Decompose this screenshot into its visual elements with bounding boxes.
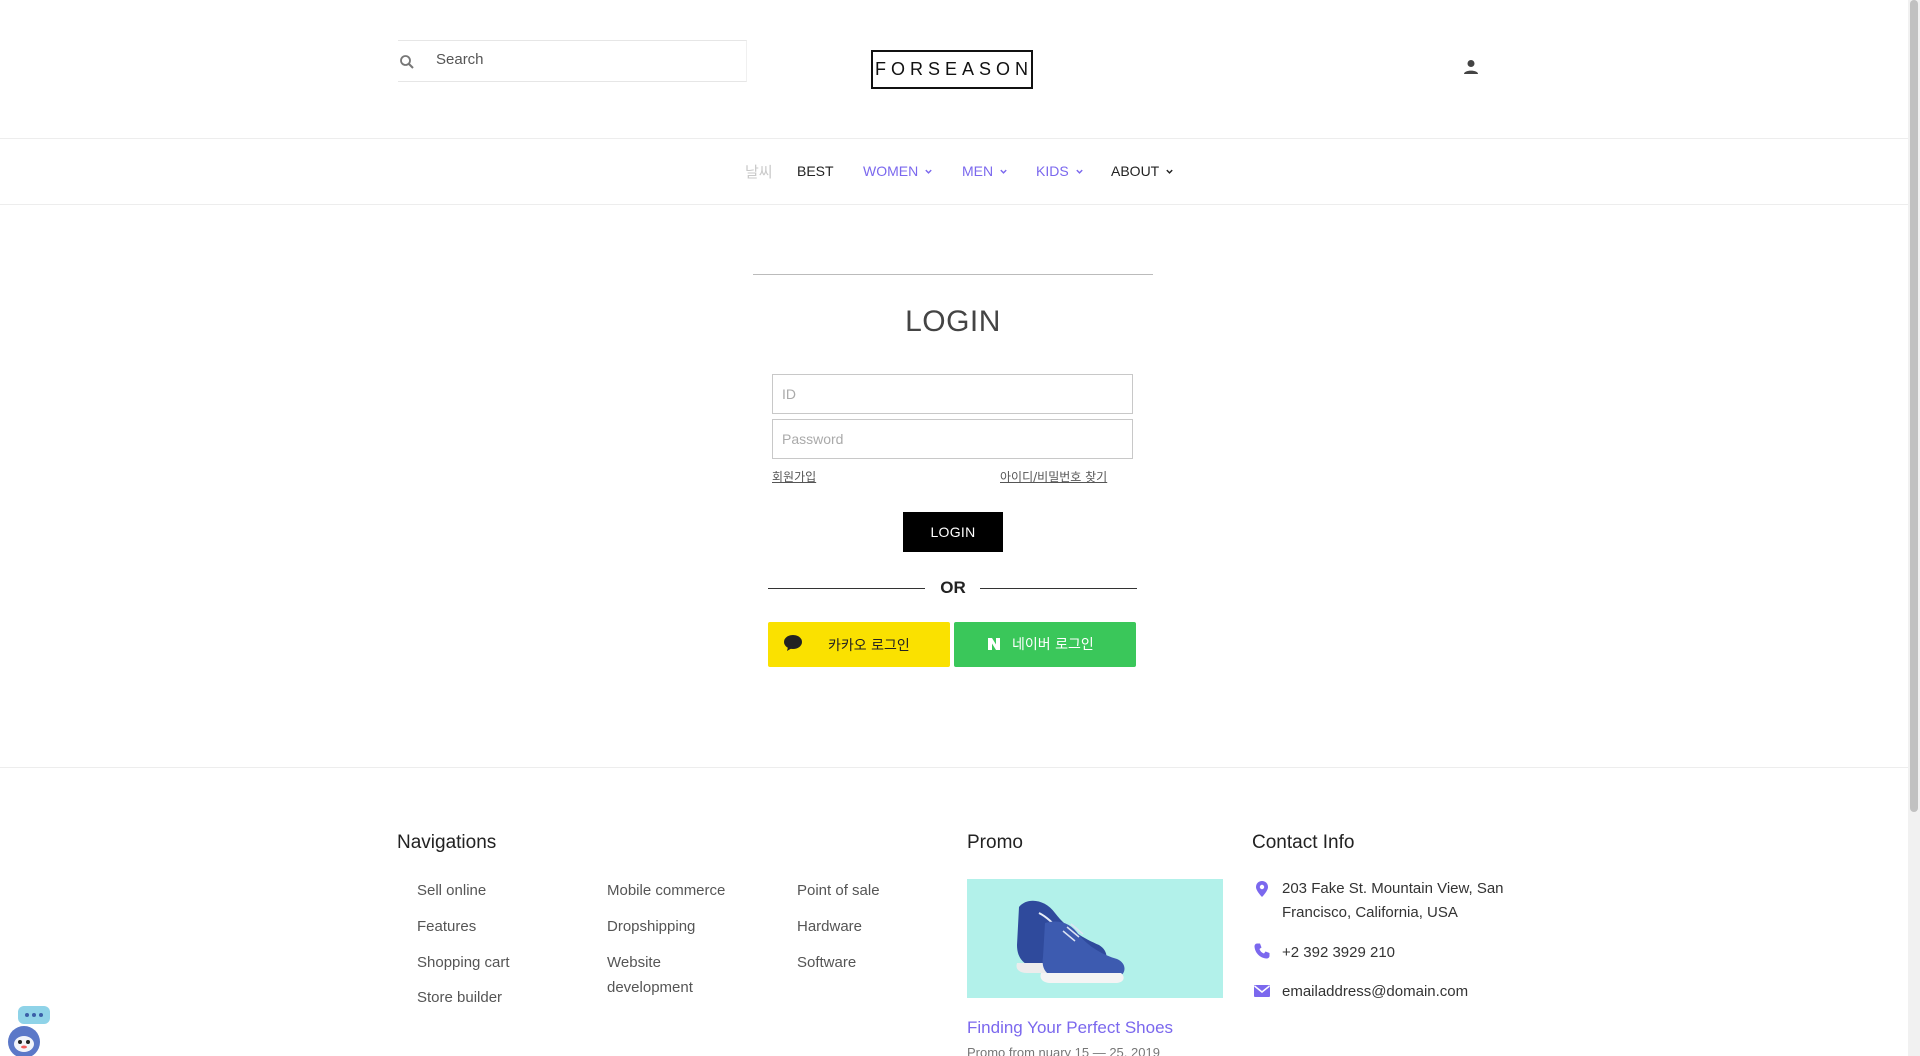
nav-item-women[interactable]: WOMEN <box>863 163 933 179</box>
nav-item-label: KIDS <box>1036 163 1069 179</box>
nav-item-label: BEST <box>797 163 834 179</box>
phone-icon <box>1254 943 1270 959</box>
chevron-down-icon <box>1075 169 1083 174</box>
search-icon[interactable] <box>399 54 415 70</box>
nav-item-label: ABOUT <box>1111 163 1160 179</box>
footer-link[interactable]: Dropshipping <box>607 914 695 939</box>
naver-n-icon <box>988 638 1000 650</box>
footer-link[interactable]: Software <box>797 950 856 975</box>
nav-item-label: MEN <box>962 163 994 179</box>
kakao-login-button[interactable]: 카카오 로그인 <box>768 622 950 667</box>
user-icon[interactable] <box>1462 58 1480 76</box>
nav-item-label: WOMEN <box>863 163 919 179</box>
contact-email[interactable]: emailaddress@domain.com <box>1282 980 1468 1004</box>
footer-link[interactable]: Sell online <box>417 878 486 903</box>
divider <box>980 588 1137 589</box>
footer-heading-navigations: Navigations <box>397 832 497 853</box>
id-field[interactable] <box>772 374 1133 414</box>
password-field[interactable] <box>772 419 1133 459</box>
search-box <box>398 40 747 82</box>
chatbot-icon[interactable] <box>0 1004 52 1056</box>
search-input[interactable] <box>436 51 726 68</box>
scrollbar-thumb[interactable] <box>1910 0 1918 812</box>
divider <box>768 588 925 589</box>
main-nav: 날씨 BEST WOMEN MEN KIDS ABOUT <box>0 139 1908 205</box>
chevron-down-icon <box>1000 169 1007 174</box>
login-button[interactable]: LOGIN <box>903 512 1003 552</box>
footer-link[interactable]: Point of sale <box>797 878 880 903</box>
envelope-icon <box>1254 985 1270 997</box>
page-title: LOGIN <box>905 305 1001 338</box>
site-footer <box>0 767 1908 1056</box>
site-header: FORSEASON <box>0 0 1908 139</box>
find-account-link[interactable]: 아이디/비밀번호 찾기 <box>1000 468 1107 485</box>
site-logo[interactable]: FORSEASON <box>871 50 1033 89</box>
chevron-down-icon <box>925 169 932 174</box>
divider <box>753 274 1153 275</box>
footer-link[interactable]: Hardware <box>797 914 862 939</box>
signup-link[interactable]: 회원가입 <box>772 468 816 485</box>
shoe-icon <box>1016 900 1125 983</box>
nav-item-kids[interactable]: KIDS <box>1036 163 1084 179</box>
footer-link[interactable]: Features <box>417 914 476 939</box>
naver-login-button[interactable]: 네이버 로그인 <box>954 622 1136 667</box>
speech-bubble-icon <box>784 635 802 651</box>
nav-item-best[interactable]: BEST <box>797 163 834 179</box>
footer-link[interactable]: Mobile commerce <box>607 878 725 903</box>
promo-item-title[interactable]: Finding Your Perfect Shoes <box>967 1018 1173 1038</box>
naver-login-label: 네이버 로그인 <box>1012 637 1094 653</box>
contact-phone[interactable]: +2 392 3929 210 <box>1282 941 1395 965</box>
promo-image[interactable] <box>967 879 1223 998</box>
footer-link[interactable]: Store builder <box>417 985 502 1010</box>
contact-address: 203 Fake St. Mountain View, San Francisc… <box>1282 880 1504 921</box>
scrollbar[interactable] <box>1908 0 1920 1056</box>
footer-heading-contact: Contact Info <box>1252 832 1355 853</box>
kakao-login-label: 카카오 로그인 <box>828 638 910 654</box>
nav-item-about[interactable]: ABOUT <box>1111 163 1174 179</box>
map-pin-icon <box>1256 881 1268 897</box>
footer-heading-promo: Promo <box>967 832 1023 853</box>
nav-weather[interactable]: 날씨 <box>745 161 773 182</box>
chevron-down-icon <box>1166 169 1173 174</box>
footer-link[interactable]: Website development <box>607 950 727 1000</box>
footer-link[interactable]: Shopping cart <box>417 950 510 975</box>
nav-item-men[interactable]: MEN <box>962 163 1008 179</box>
nav-weather-label: 날씨 <box>745 164 773 181</box>
promo-item-subtitle: Promo from nuary 15 — 25, 2019 <box>967 1045 1160 1056</box>
or-separator: OR <box>940 578 966 597</box>
